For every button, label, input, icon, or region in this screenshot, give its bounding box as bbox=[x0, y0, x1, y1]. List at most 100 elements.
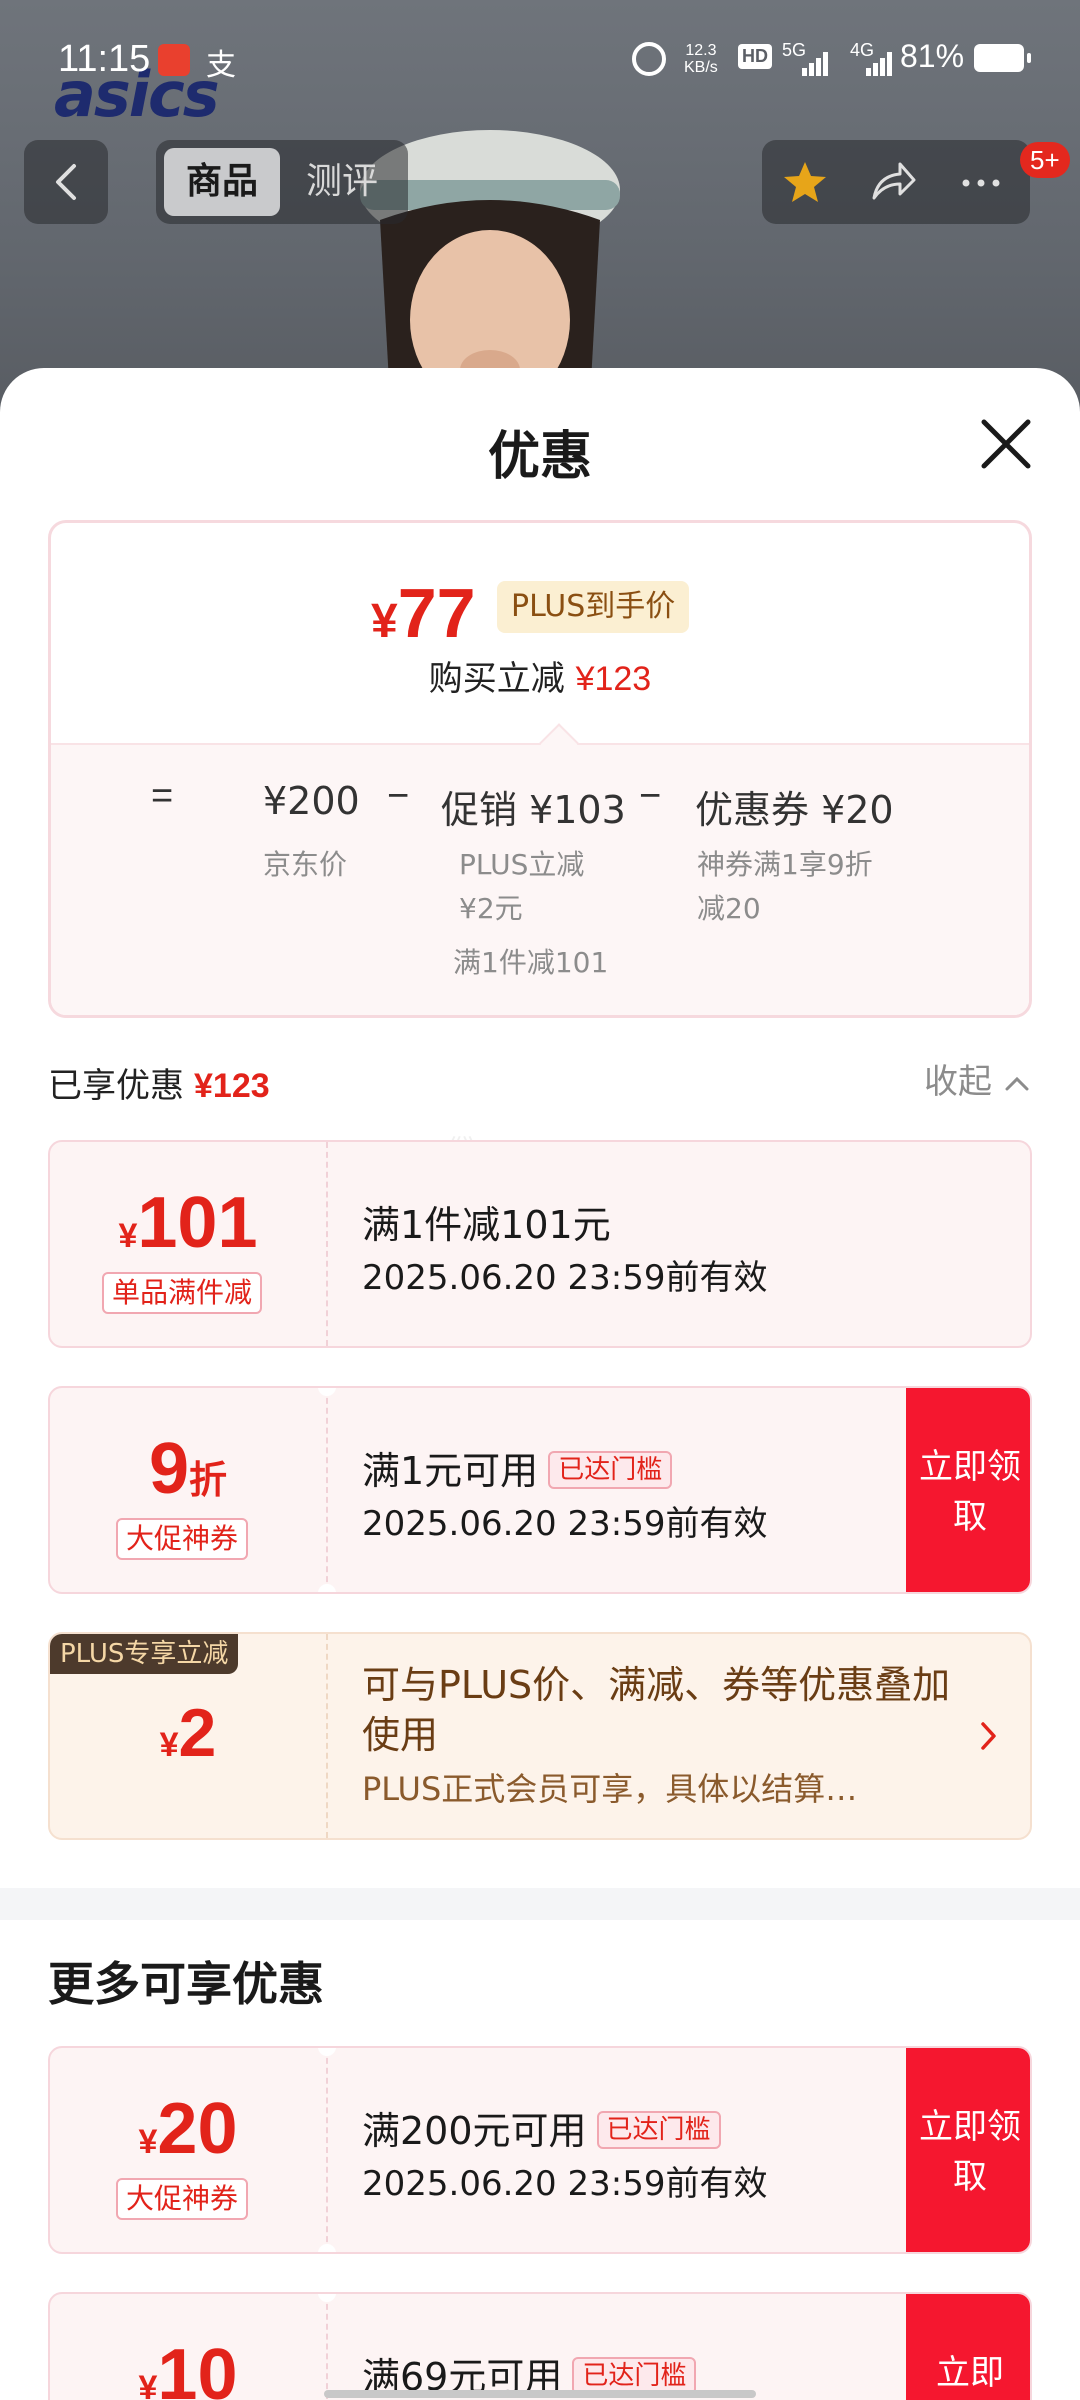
card-divider bbox=[326, 1388, 328, 1592]
coupon-amount: 优惠券 ¥20 bbox=[695, 788, 894, 832]
app-notification-icon bbox=[158, 44, 190, 76]
notification-badge: 5+ bbox=[1020, 142, 1070, 178]
coupon-type-badge: 大促神券 bbox=[116, 1518, 249, 1560]
promo-detail: PLUS立减 bbox=[459, 848, 585, 881]
coupon-title: 满1元可用 已达门槛 bbox=[362, 1440, 673, 1495]
tab-review[interactable]: 测评 bbox=[284, 148, 400, 216]
plus-discount-value: 2 bbox=[178, 1695, 217, 1771]
network-speed: 12.3 KB/s bbox=[684, 42, 718, 76]
coupon-discount: 9折 bbox=[50, 1428, 326, 1510]
discount-value: 101 bbox=[137, 1183, 258, 1263]
tab-product[interactable]: 商品 bbox=[164, 148, 280, 216]
final-price-value: 77 bbox=[397, 574, 476, 652]
home-indicator[interactable] bbox=[324, 2390, 756, 2398]
total-reduce-label: 购买立减 bbox=[428, 659, 565, 699]
chevron-right-icon bbox=[981, 1722, 996, 1750]
card-notch bbox=[318, 1584, 336, 1592]
chevron-up-icon bbox=[1005, 1076, 1029, 1091]
total-reduce-amount: ¥123 bbox=[575, 660, 652, 698]
claim-coupon-button[interactable]: 立即领取 bbox=[906, 2048, 1030, 2252]
back-icon bbox=[56, 164, 76, 200]
plus-note: PLUS正式会员可享，具体以结算… bbox=[362, 1770, 858, 1808]
price-summary-top: ¥77 PLUS到手价 购买立减 ¥123 bbox=[51, 523, 1029, 743]
signal-bars-icon bbox=[862, 52, 896, 76]
plus-ribbon: PLUS专享立减 bbox=[50, 1634, 239, 1674]
threshold-reached-badge: 已达门槛 bbox=[548, 1451, 673, 1489]
hd-icon: HD bbox=[738, 44, 772, 69]
threshold-reached-badge: 已达门槛 bbox=[596, 2111, 721, 2149]
collapse-button[interactable]: 收起 bbox=[924, 1054, 1031, 1103]
coupon-card: ¥20 大促神券 满200元可用 已达门槛 2025.06.20 23:59前有效… bbox=[48, 2046, 1032, 2254]
header-actions bbox=[762, 140, 1030, 224]
coupon-value: 10 bbox=[157, 2335, 238, 2400]
collapse-label: 收起 bbox=[924, 1062, 992, 1102]
plus-discount-amount: ¥2 bbox=[50, 1694, 326, 1772]
card-notch bbox=[318, 2244, 336, 2252]
battery-level: 81% bbox=[900, 38, 965, 74]
star-icon[interactable] bbox=[780, 158, 830, 208]
card-notch bbox=[318, 1388, 336, 1396]
total-reduce: 购买立减 ¥123 bbox=[51, 651, 1029, 700]
promo-detail: 满1件减101 bbox=[453, 946, 609, 979]
coupon-type-badge: 大促神券 bbox=[116, 2178, 249, 2220]
promo-detail: ¥2元 bbox=[459, 892, 523, 925]
minus-sign: − bbox=[639, 775, 662, 817]
minus-sign: − bbox=[387, 775, 410, 817]
coupon-validity: 2025.06.20 23:59前有效 bbox=[362, 1504, 768, 1544]
card-divider bbox=[326, 1142, 328, 1346]
back-button[interactable] bbox=[24, 140, 108, 224]
coupon-unit: 折 bbox=[189, 1458, 228, 1502]
plus-price-tag: PLUS到手价 bbox=[497, 581, 690, 633]
network-speed-unit: KB/s bbox=[684, 59, 718, 76]
card-divider bbox=[326, 2048, 328, 2252]
final-price: ¥77 bbox=[371, 573, 476, 653]
coupon-discount: ¥10 bbox=[50, 2334, 326, 2400]
card-notch bbox=[318, 2294, 336, 2302]
promo-amount: 促销 ¥103 bbox=[441, 788, 626, 832]
enjoyed-amount: ¥123 bbox=[194, 1067, 270, 1105]
enjoyed-discount: 已享优惠 ¥123 bbox=[48, 1058, 270, 1107]
coupon-card: ¥10 满69元可用 已达门槛 立即 bbox=[48, 2292, 1032, 2400]
enjoyed-label: 已享优惠 bbox=[48, 1066, 184, 1106]
network-speed-value: 12.3 bbox=[685, 42, 717, 59]
plus-description: 可与PLUS价、满减、券等优惠叠加使用 bbox=[362, 1663, 951, 1757]
status-time: 11:15 bbox=[58, 38, 151, 80]
discount-title: 满1件减101元 bbox=[362, 1203, 611, 1247]
sheet-title: 优惠 bbox=[487, 427, 592, 487]
currency-symbol: ¥ bbox=[371, 595, 398, 648]
section-divider bbox=[0, 1888, 1080, 1920]
discount-amount: ¥101 bbox=[50, 1182, 326, 1264]
close-icon[interactable] bbox=[976, 414, 1036, 474]
currency-symbol: ¥ bbox=[118, 1217, 138, 1255]
status-bar: 11:15 支 12.3 KB/s HD 5G 4G 81% bbox=[0, 0, 1080, 120]
price-summary: ¥77 PLUS到手价 购买立减 ¥123 = ¥200 京东价 − 促销 ¥1… bbox=[48, 520, 1032, 1018]
more-icon[interactable] bbox=[956, 158, 1006, 208]
coupon-title: 满200元可用 已达门槛 bbox=[362, 2100, 721, 2155]
battery-icon bbox=[974, 44, 1031, 72]
more-discounts-title: 更多可享优惠 bbox=[48, 1957, 324, 2011]
jd-price-label: 京东价 bbox=[263, 848, 348, 881]
claim-coupon-button[interactable]: 立即领取 bbox=[906, 1388, 1030, 1592]
coupon-detail: 神券满1享9折 bbox=[697, 848, 873, 881]
discount-type-badge: 单品满件减 bbox=[102, 1272, 263, 1314]
coupon-discount: ¥20 bbox=[50, 2088, 326, 2170]
coupon-title-text: 满200元可用 bbox=[362, 2109, 587, 2153]
discount-sheet: 优惠 ¥77 PLUS到手价 购买立减 ¥123 = ¥200 京东价 − 促销… bbox=[0, 368, 1080, 2400]
pay-notification-icon: 支 bbox=[206, 48, 236, 83]
alarm-icon bbox=[632, 42, 666, 76]
coupon-value: 20 bbox=[157, 2089, 238, 2169]
coupon-card: 9折 大促神券 满1元可用 已达门槛 2025.06.20 23:59前有效 立即… bbox=[48, 1386, 1032, 1594]
card-notch bbox=[318, 2048, 336, 2056]
coupon-value: 9 bbox=[148, 1429, 190, 1509]
jd-price: ¥200 bbox=[263, 779, 360, 823]
currency-symbol: ¥ bbox=[138, 2369, 158, 2400]
card-divider bbox=[326, 1634, 328, 1838]
currency-symbol: ¥ bbox=[159, 1726, 179, 1764]
claim-coupon-button[interactable]: 立即 bbox=[906, 2294, 1030, 2400]
card-divider bbox=[326, 2294, 328, 2400]
signal-bars-icon bbox=[796, 52, 830, 76]
coupon-detail: 减20 bbox=[697, 892, 761, 925]
discount-card: ¥101 单品满件减 满1件减101元 2025.06.20 23:59前有效 bbox=[48, 1140, 1032, 1348]
plus-discount-card[interactable]: PLUS专享立减 ¥2 可与PLUS价、满减、券等优惠叠加使用 PLUS正式会员… bbox=[48, 1632, 1032, 1840]
share-icon[interactable] bbox=[868, 158, 918, 208]
